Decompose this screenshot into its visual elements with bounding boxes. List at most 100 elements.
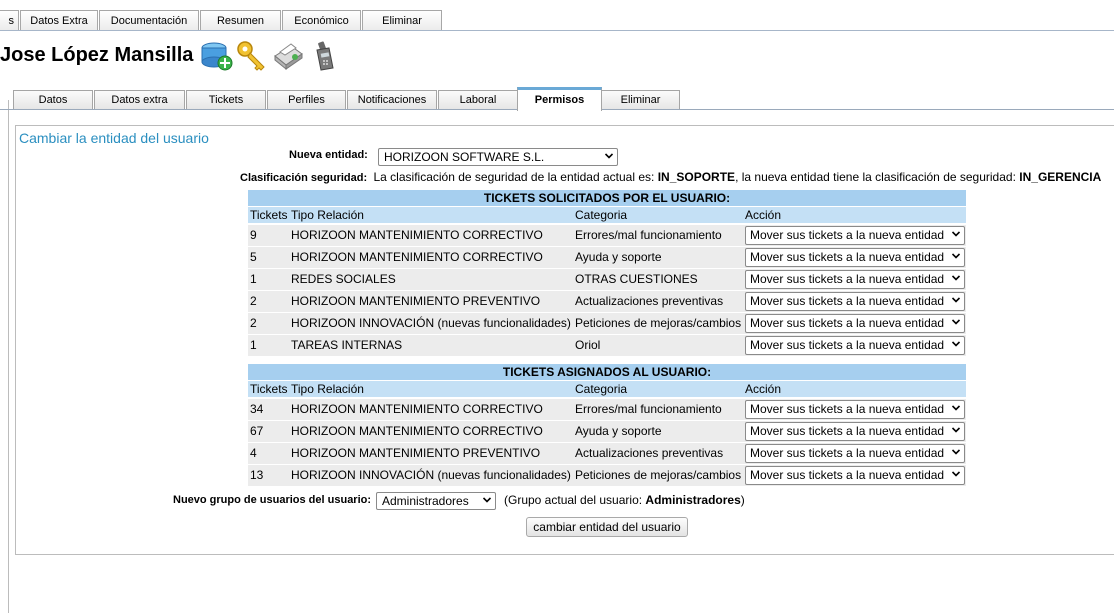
- chevron-down-icon: [952, 231, 960, 237]
- key-icon[interactable]: [235, 38, 269, 72]
- cell-tipo-relacion: HORIZOON MANTENIMIENTO CORRECTIVO: [291, 250, 543, 264]
- top-tab-documentacion[interactable]: Documentación: [99, 10, 199, 30]
- chevron-down-icon: [605, 153, 613, 159]
- cell-categoria: Actualizaciones preventivas: [575, 294, 724, 308]
- top-tab-resumen[interactable]: Resumen: [200, 10, 281, 30]
- cell-categoria: Ayuda y soporte: [575, 250, 662, 264]
- cell-categoria: Peticiones de mejoras/cambios: [575, 316, 742, 330]
- top-tab-bar: s Datos Extra Documentación Resumen Econ…: [0, 10, 1114, 31]
- table-row: 34 HORIZOON MANTENIMIENTO CORRECTIVO Error…: [248, 399, 966, 420]
- accion-select[interactable]: Mover sus tickets a la nueva entidad: [745, 292, 965, 311]
- nueva-entidad-value: HORIZOON SOFTWARE S.L.: [384, 150, 545, 164]
- tab-permisos[interactable]: Permisos: [517, 87, 602, 111]
- col-tickets: Tickets: [250, 382, 288, 396]
- tab-datos[interactable]: Datos: [13, 90, 93, 109]
- clasificacion-actual: IN_SOPORTE: [657, 170, 736, 184]
- cambiar-entidad-button[interactable]: cambiar entidad del usuario: [526, 517, 688, 537]
- table-row: 2 HORIZOON INNOVACIÓN (nuevas funcionalid…: [248, 313, 966, 334]
- accion-select[interactable]: Mover sus tickets a la nueva entidad: [745, 466, 965, 485]
- table-row: 4 HORIZOON MANTENIMIENTO PREVENTIVO Actual…: [248, 443, 966, 464]
- cell-tickets: 9: [250, 228, 257, 242]
- grupo-actual-suffix: ): [740, 493, 745, 507]
- tab-tickets[interactable]: Tickets: [186, 90, 266, 109]
- top-tab-datos-extra[interactable]: Datos Extra: [20, 10, 98, 30]
- user-header: Jose López Mansilla: [0, 37, 343, 73]
- cell-tipo-relacion: HORIZOON INNOVACIÓN (nuevas funcionalida…: [291, 316, 571, 330]
- accion-value: Mover sus tickets a la nueva entidad: [750, 316, 945, 330]
- cell-tipo-relacion: HORIZOON INNOVACIÓN (nuevas funcionalida…: [291, 468, 571, 482]
- tab-datos-extra[interactable]: Datos extra: [94, 90, 185, 109]
- accion-select[interactable]: Mover sus tickets a la nueva entidad: [745, 400, 965, 419]
- top-tab-economico[interactable]: Económico: [282, 10, 361, 30]
- database-add-icon[interactable]: [199, 38, 233, 72]
- accion-select[interactable]: Mover sus tickets a la nueva entidad: [745, 314, 965, 333]
- tab-notificaciones[interactable]: Notificaciones: [347, 90, 437, 109]
- cell-tipo-relacion: REDES SOCIALES: [291, 272, 396, 286]
- cell-categoria: Ayuda y soporte: [575, 424, 662, 438]
- table-row: 13 HORIZOON INNOVACIÓN (nuevas funcionali…: [248, 465, 966, 486]
- clasificacion-nueva: IN_GERENCIA: [1019, 170, 1102, 184]
- cell-categoria: Errores/mal funcionamiento: [575, 228, 722, 242]
- accion-value: Mover sus tickets a la nueva entidad: [750, 446, 945, 460]
- tab-laboral[interactable]: Laboral: [438, 90, 518, 109]
- cell-tipo-relacion: HORIZOON MANTENIMIENTO CORRECTIVO: [291, 402, 543, 416]
- clasificacion-label: Clasificación seguridad:: [240, 172, 368, 184]
- accion-select[interactable]: Mover sus tickets a la nueva entidad: [745, 226, 965, 245]
- solicitados-table-title: TICKETS SOLICITADOS POR EL USUARIO:: [248, 190, 966, 206]
- printer-icon[interactable]: [271, 38, 305, 72]
- cell-tickets: 4: [250, 446, 257, 460]
- chevron-down-icon: [952, 319, 960, 325]
- cell-tickets: 2: [250, 294, 257, 308]
- clasificacion-text-2: , la nueva entidad tiene la clasificació…: [735, 170, 1016, 184]
- table-row: 1 REDES SOCIALES OTRAS CUESTIONES Mover sus…: [248, 269, 966, 290]
- accion-select[interactable]: Mover sus tickets a la nueva entidad: [745, 336, 965, 355]
- cell-tipo-relacion: HORIZOON MANTENIMIENTO PREVENTIVO: [291, 446, 541, 460]
- cell-tickets: 1: [250, 338, 257, 352]
- accion-select[interactable]: Mover sus tickets a la nueva entidad: [745, 444, 965, 463]
- panel-title: Cambiar la entidad del usuario: [19, 130, 209, 146]
- grupo-select[interactable]: Administradores: [376, 492, 496, 510]
- clasificacion-text-1: La clasificación de seguridad de la enti…: [373, 170, 655, 184]
- sub-tab-bar: Datos Datos extra Tickets Perfiles Notif…: [0, 87, 1114, 111]
- cell-tipo-relacion: HORIZOON MANTENIMIENTO PREVENTIVO: [291, 294, 541, 308]
- grupo-value: Administradores: [382, 494, 469, 508]
- cell-categoria: OTRAS CUESTIONES: [575, 272, 698, 286]
- grupo-actual-value: Administradores: [645, 493, 741, 507]
- top-tab-datos[interactable]: s: [0, 10, 19, 30]
- accion-select[interactable]: Mover sus tickets a la nueva entidad: [745, 248, 965, 267]
- cell-tickets: 67: [250, 424, 264, 438]
- table-row: 67 HORIZOON MANTENIMIENTO CORRECTIVO Ayuda…: [248, 421, 966, 442]
- cell-tickets: 34: [250, 402, 264, 416]
- grupo-actual-prefix: (Grupo actual del usuario:: [504, 493, 643, 507]
- cell-categoria: Oriol: [575, 338, 601, 352]
- chevron-down-icon: [952, 405, 960, 411]
- chevron-down-icon: [952, 253, 960, 259]
- chevron-down-icon: [952, 341, 960, 347]
- col-accion: Acción: [745, 208, 782, 222]
- col-tickets: Tickets: [250, 208, 288, 222]
- table-row: 9 HORIZOON MANTENIMIENTO CORRECTIVO Errore…: [248, 225, 966, 246]
- chevron-down-icon: [952, 427, 960, 433]
- grupo-label: Nuevo grupo de usuarios del usuario:: [173, 494, 372, 506]
- nueva-entidad-select[interactable]: HORIZOON SOFTWARE S.L.: [378, 148, 618, 166]
- accion-select[interactable]: Mover sus tickets a la nueva entidad: [745, 422, 965, 441]
- col-categoria: Categoria: [575, 382, 628, 396]
- col-tipo-relacion: Tipo Relación: [291, 382, 364, 396]
- accion-value: Mover sus tickets a la nueva entidad: [750, 468, 945, 482]
- cell-tipo-relacion: HORIZOON MANTENIMIENTO CORRECTIVO: [291, 228, 543, 242]
- cell-tipo-relacion: TAREAS INTERNAS: [291, 338, 403, 352]
- accion-select[interactable]: Mover sus tickets a la nueva entidad: [745, 270, 965, 289]
- accion-value: Mover sus tickets a la nueva entidad: [750, 294, 945, 308]
- grupo-actual: (Grupo actual del usuario: Administrador…: [504, 493, 745, 507]
- col-accion: Acción: [745, 382, 782, 396]
- cell-categoria: Actualizaciones preventivas: [575, 446, 724, 460]
- chevron-down-icon: [952, 275, 960, 281]
- tab-eliminar[interactable]: Eliminar: [601, 90, 680, 109]
- cell-tickets: 2: [250, 316, 257, 330]
- tab-perfiles[interactable]: Perfiles: [267, 90, 346, 109]
- top-tab-eliminar[interactable]: Eliminar: [362, 10, 442, 30]
- nueva-entidad-label: Nueva entidad:: [289, 149, 368, 161]
- cell-tickets: 1: [250, 272, 257, 286]
- asignados-table-title: TICKETS ASIGNADOS AL USUARIO:: [248, 364, 966, 380]
- phone-icon[interactable]: [307, 38, 341, 72]
